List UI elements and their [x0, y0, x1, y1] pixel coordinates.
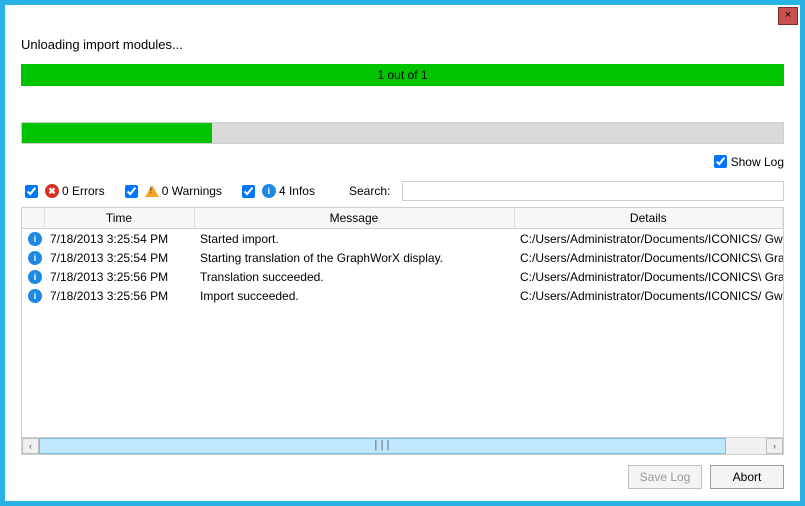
- cell-time: 7/18/2013 3:25:54 PM: [44, 229, 194, 249]
- table-row[interactable]: i7/18/2013 3:25:56 PMTranslation succeed…: [22, 267, 783, 286]
- table-row[interactable]: i7/18/2013 3:25:54 PMStarted import.C:/U…: [22, 229, 783, 249]
- save-log-button[interactable]: Save Log: [628, 465, 702, 489]
- col-icon-header[interactable]: [22, 208, 44, 229]
- info-icon: i: [262, 184, 276, 198]
- cell-details: C:/Users/Administrator/Documents/ICONICS…: [514, 248, 783, 267]
- info-icon: i: [28, 232, 42, 246]
- scroll-thumb[interactable]: ׀׀׀: [39, 438, 726, 454]
- cell-details: C:/Users/Administrator/Documents/ICONICS…: [514, 229, 783, 249]
- table-empty-area: [22, 305, 783, 437]
- cell-details: C:/Users/Administrator/Documents/ICONICS…: [514, 286, 783, 305]
- info-icon: i: [28, 289, 42, 303]
- cell-message: Translation succeeded.: [194, 267, 514, 286]
- scroll-track[interactable]: ׀׀׀: [39, 438, 766, 454]
- warnings-checkbox[interactable]: [125, 185, 138, 198]
- footer-buttons: Save Log Abort: [21, 465, 784, 489]
- filter-infos[interactable]: i 4 Infos: [238, 182, 315, 201]
- errors-checkbox[interactable]: [25, 185, 38, 198]
- cell-message: Started import.: [194, 229, 514, 249]
- errors-label: 0 Errors: [62, 184, 105, 198]
- scroll-left-button[interactable]: ‹: [22, 438, 39, 454]
- warning-icon: [145, 185, 159, 197]
- show-log-row: Show Log: [21, 152, 784, 171]
- show-log-checkbox[interactable]: [714, 155, 727, 168]
- filter-errors[interactable]: ✖ 0 Errors: [21, 182, 105, 201]
- overall-progress-bar: 1 out of 1: [21, 64, 784, 86]
- abort-button[interactable]: Abort: [710, 465, 784, 489]
- filter-row: ✖ 0 Errors 0 Warnings i 4 Infos Search:: [21, 181, 784, 201]
- col-details-header[interactable]: Details: [514, 208, 783, 229]
- cell-message: Import succeeded.: [194, 286, 514, 305]
- horizontal-scrollbar[interactable]: ‹ ׀׀׀ ›: [22, 437, 783, 454]
- infos-label: 4 Infos: [279, 184, 315, 198]
- info-icon: i: [28, 270, 42, 284]
- warnings-label: 0 Warnings: [162, 184, 222, 198]
- info-icon: i: [28, 251, 42, 265]
- status-text: Unloading import modules...: [21, 37, 784, 52]
- log-table: Time Message Details i7/18/2013 3:25:54 …: [22, 208, 783, 305]
- content-area: Unloading import modules... 1 out of 1 S…: [5, 29, 800, 501]
- task-progress-bar: [21, 122, 784, 144]
- search-label: Search:: [349, 184, 390, 198]
- col-time-header[interactable]: Time: [44, 208, 194, 229]
- log-table-container: Time Message Details i7/18/2013 3:25:54 …: [21, 207, 784, 455]
- task-progress-fill: [22, 123, 212, 143]
- scroll-right-button[interactable]: ›: [766, 438, 783, 454]
- cell-time: 7/18/2013 3:25:54 PM: [44, 248, 194, 267]
- table-header-row: Time Message Details: [22, 208, 783, 229]
- search-input[interactable]: [402, 181, 784, 201]
- infos-checkbox[interactable]: [242, 185, 255, 198]
- overall-progress-label: 1 out of 1: [377, 68, 427, 82]
- cell-details: C:/Users/Administrator/Documents/ICONICS…: [514, 267, 783, 286]
- dialog-window: × Unloading import modules... 1 out of 1…: [0, 0, 805, 506]
- table-row[interactable]: i7/18/2013 3:25:56 PMImport succeeded.C:…: [22, 286, 783, 305]
- titlebar: ×: [5, 5, 800, 29]
- col-message-header[interactable]: Message: [194, 208, 514, 229]
- table-row[interactable]: i7/18/2013 3:25:54 PMStarting translatio…: [22, 248, 783, 267]
- close-button[interactable]: ×: [778, 7, 798, 25]
- show-log-label: Show Log: [731, 155, 784, 169]
- cell-message: Starting translation of the GraphWorX di…: [194, 248, 514, 267]
- filter-warnings[interactable]: 0 Warnings: [121, 182, 222, 201]
- cell-time: 7/18/2013 3:25:56 PM: [44, 286, 194, 305]
- cell-time: 7/18/2013 3:25:56 PM: [44, 267, 194, 286]
- error-icon: ✖: [45, 184, 59, 198]
